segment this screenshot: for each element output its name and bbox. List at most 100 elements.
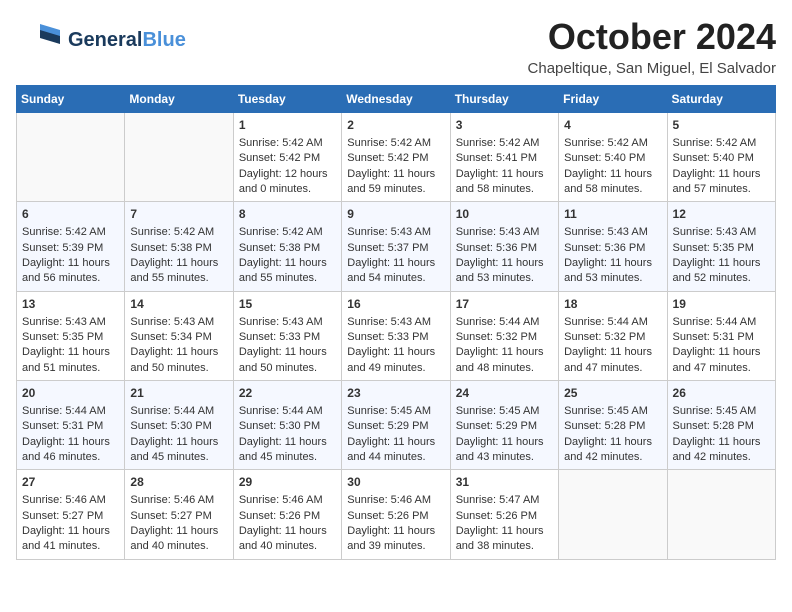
logo-general: General <box>68 29 142 51</box>
day-number: 19 <box>673 296 770 313</box>
daylight-text: Daylight: 11 hours and 49 minutes. <box>347 345 444 376</box>
calendar-cell: 15Sunrise: 5:43 AMSunset: 5:33 PMDayligh… <box>233 291 341 380</box>
sunset-text: Sunset: 5:33 PM <box>347 330 444 345</box>
sunset-text: Sunset: 5:31 PM <box>673 330 770 345</box>
sunrise-text: Sunrise: 5:44 AM <box>130 404 227 419</box>
day-number: 10 <box>456 206 553 223</box>
calendar-cell: 2Sunrise: 5:42 AMSunset: 5:42 PMDaylight… <box>342 113 450 202</box>
calendar-cell: 20 Sunrise: 5:44 AMSunset: 5:31 PMDayligh… <box>17 381 125 470</box>
day-number: 1 <box>239 117 336 134</box>
day-number: 20 <box>22 385 119 402</box>
sunrise-text: Sunrise: 5:44 AM <box>673 315 770 330</box>
day-number: 24 <box>456 385 553 402</box>
daylight-text: Daylight: 11 hours and 57 minutes. <box>673 167 770 198</box>
calendar-cell: 25Sunrise: 5:45 AMSunset: 5:28 PMDayligh… <box>559 381 667 470</box>
daylight-text: Daylight: 12 hours and 0 minutes. <box>239 167 336 198</box>
sunset-text: Sunset: 5:32 PM <box>456 330 553 345</box>
sunset-text: Sunset: 5:35 PM <box>22 330 119 345</box>
calendar-week-row: 27Sunrise: 5:46 AMSunset: 5:27 PMDayligh… <box>17 470 776 559</box>
calendar-cell: 7Sunrise: 5:42 AMSunset: 5:38 PMDaylight… <box>125 202 233 291</box>
day-number: 2 <box>347 117 444 134</box>
calendar-cell: 27Sunrise: 5:46 AMSunset: 5:27 PMDayligh… <box>17 470 125 559</box>
sunset-text: Sunset: 5:36 PM <box>456 241 553 256</box>
sunset-text: Sunset: 5:36 PM <box>564 241 661 256</box>
daylight-text: Daylight: 11 hours and 47 minutes. <box>564 345 661 376</box>
daylight-text: Daylight: 11 hours and 55 minutes. <box>239 256 336 287</box>
sunset-text: Sunset: 5:42 PM <box>239 151 336 166</box>
calendar-cell: 29Sunrise: 5:46 AMSunset: 5:26 PMDayligh… <box>233 470 341 559</box>
day-number: 6 <box>22 206 119 223</box>
daylight-text: Daylight: 11 hours and 39 minutes. <box>347 524 444 555</box>
daylight-text: Daylight: 11 hours and 58 minutes. <box>564 167 661 198</box>
day-number: 28 <box>130 474 227 491</box>
day-number: 31 <box>456 474 553 491</box>
day-header-thursday: Thursday <box>450 86 558 113</box>
sunrise-text: Sunrise: 5:44 AM <box>564 315 661 330</box>
day-number: 13 <box>22 296 119 313</box>
calendar-cell: 6Sunrise: 5:42 AMSunset: 5:39 PMDaylight… <box>17 202 125 291</box>
sunrise-text: Sunrise: 5:46 AM <box>130 493 227 508</box>
sunset-text: Sunset: 5:38 PM <box>130 241 227 256</box>
sunset-text: Sunset: 5:31 PM <box>22 419 119 434</box>
day-number: 8 <box>239 206 336 223</box>
sunset-text: Sunset: 5:42 PM <box>347 151 444 166</box>
calendar-table: SundayMondayTuesdayWednesdayThursdayFrid… <box>16 85 776 560</box>
sunrise-text: Sunrise: 5:45 AM <box>456 404 553 419</box>
calendar-cell: 30Sunrise: 5:46 AMSunset: 5:26 PMDayligh… <box>342 470 450 559</box>
logo-icon <box>16 16 64 64</box>
calendar-cell: 14Sunrise: 5:43 AMSunset: 5:34 PMDayligh… <box>125 291 233 380</box>
day-header-saturday: Saturday <box>667 86 775 113</box>
sunset-text: Sunset: 5:37 PM <box>347 241 444 256</box>
sunset-text: Sunset: 5:30 PM <box>239 419 336 434</box>
sunset-text: Sunset: 5:29 PM <box>456 419 553 434</box>
day-number: 11 <box>564 206 661 223</box>
calendar-cell: 8Sunrise: 5:42 AMSunset: 5:38 PMDaylight… <box>233 202 341 291</box>
daylight-text: Daylight: 11 hours and 53 minutes. <box>456 256 553 287</box>
sunrise-text: Sunrise: 5:43 AM <box>456 225 553 240</box>
daylight-text: Daylight: 11 hours and 40 minutes. <box>239 524 336 555</box>
sunset-text: Sunset: 5:39 PM <box>22 241 119 256</box>
sunset-text: Sunset: 5:27 PM <box>22 509 119 524</box>
calendar-cell: 1Sunrise: 5:42 AMSunset: 5:42 PMDaylight… <box>233 113 341 202</box>
logo: GeneralBlue <box>16 16 186 64</box>
daylight-text: Daylight: 11 hours and 42 minutes. <box>564 435 661 466</box>
sunrise-text: Sunrise: 5:42 AM <box>130 225 227 240</box>
sunset-text: Sunset: 5:34 PM <box>130 330 227 345</box>
sunset-text: Sunset: 5:35 PM <box>673 241 770 256</box>
calendar-cell: 18Sunrise: 5:44 AMSunset: 5:32 PMDayligh… <box>559 291 667 380</box>
day-number: 29 <box>239 474 336 491</box>
sunrise-text: Sunrise: 5:43 AM <box>347 315 444 330</box>
calendar-header-row: SundayMondayTuesdayWednesdayThursdayFrid… <box>17 86 776 113</box>
daylight-text: Daylight: 11 hours and 55 minutes. <box>130 256 227 287</box>
calendar-week-row: 1Sunrise: 5:42 AMSunset: 5:42 PMDaylight… <box>17 113 776 202</box>
sunrise-text: Sunrise: 5:44 AM <box>22 404 119 419</box>
day-header-sunday: Sunday <box>17 86 125 113</box>
sunset-text: Sunset: 5:28 PM <box>673 419 770 434</box>
logo-blue: Blue <box>142 29 185 51</box>
daylight-text: Daylight: 11 hours and 43 minutes. <box>456 435 553 466</box>
calendar-cell: 16Sunrise: 5:43 AMSunset: 5:33 PMDayligh… <box>342 291 450 380</box>
page-header: GeneralBlue October 2024 Chapeltique, Sa… <box>16 16 776 77</box>
sunset-text: Sunset: 5:26 PM <box>239 509 336 524</box>
daylight-text: Daylight: 11 hours and 58 minutes. <box>456 167 553 198</box>
day-number: 22 <box>239 385 336 402</box>
daylight-text: Daylight: 11 hours and 53 minutes. <box>564 256 661 287</box>
sunrise-text: Sunrise: 5:43 AM <box>22 315 119 330</box>
sunrise-text: Sunrise: 5:42 AM <box>239 225 336 240</box>
day-number: 17 <box>456 296 553 313</box>
day-number: 18 <box>564 296 661 313</box>
sunrise-text: Sunrise: 5:42 AM <box>22 225 119 240</box>
day-header-wednesday: Wednesday <box>342 86 450 113</box>
sunrise-text: Sunrise: 5:45 AM <box>564 404 661 419</box>
calendar-week-row: 13Sunrise: 5:43 AMSunset: 5:35 PMDayligh… <box>17 291 776 380</box>
daylight-text: Daylight: 11 hours and 45 minutes. <box>239 435 336 466</box>
calendar-cell: 24 Sunrise: 5:45 AMSunset: 5:29 PMDayligh… <box>450 381 558 470</box>
sunset-text: Sunset: 5:40 PM <box>564 151 661 166</box>
calendar-cell: 11Sunrise: 5:43 AMSunset: 5:36 PMDayligh… <box>559 202 667 291</box>
calendar-cell <box>667 470 775 559</box>
daylight-text: Daylight: 11 hours and 40 minutes. <box>130 524 227 555</box>
daylight-text: Daylight: 11 hours and 46 minutes. <box>22 435 119 466</box>
sunrise-text: Sunrise: 5:43 AM <box>673 225 770 240</box>
daylight-text: Daylight: 11 hours and 51 minutes. <box>22 345 119 376</box>
day-number: 14 <box>130 296 227 313</box>
